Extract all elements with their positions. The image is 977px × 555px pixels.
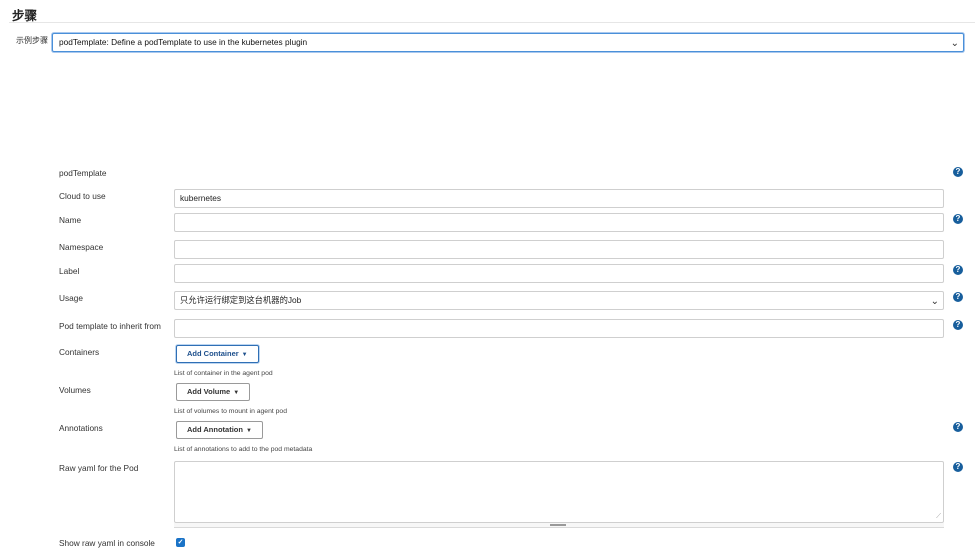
raw-yaml-label: Raw yaml for the Pod [59, 463, 139, 473]
cloud-field[interactable]: kubernetes [174, 189, 944, 208]
cloud-label: Cloud to use [59, 191, 106, 201]
containers-hint: List of container in the agent pod [174, 370, 273, 377]
name-label: Name [59, 215, 82, 225]
show-raw-yaml-checkbox[interactable]: ✓ [176, 538, 185, 547]
add-container-button[interactable]: Add Container ▼ [176, 345, 259, 363]
caret-down-icon: ▼ [245, 428, 252, 434]
volumes-hint: List of volumes to mount in agent pod [174, 408, 287, 415]
help-icon[interactable]: ? [953, 422, 963, 432]
usage-select[interactable]: 只允许运行绑定到这台机器的Job ⌄ [174, 291, 944, 310]
containers-label: Containers [59, 347, 100, 357]
cloud-value: kubernetes [180, 193, 222, 203]
grip-icon [550, 524, 566, 526]
help-icon[interactable]: ? [953, 265, 963, 275]
volumes-label: Volumes [59, 385, 91, 395]
inherit-field[interactable] [174, 319, 944, 338]
help-icon[interactable]: ? [953, 320, 963, 330]
namespace-field[interactable] [174, 240, 944, 259]
add-annotation-button-label: Add Annotation [187, 425, 243, 434]
pipeline-syntax-page: 步骤 示例步骤 podTemplate: Define a podTemplat… [0, 0, 977, 555]
add-annotation-button[interactable]: Add Annotation ▼ [176, 421, 263, 439]
chevron-down-icon: ⌄ [950, 38, 959, 49]
help-icon[interactable]: ? [953, 292, 963, 302]
check-icon: ✓ [177, 539, 184, 546]
section-divider [9, 22, 975, 23]
caret-down-icon: ▼ [233, 390, 240, 396]
help-icon[interactable]: ? [953, 214, 963, 224]
raw-yaml-textarea[interactable]: ⟋ [174, 461, 944, 523]
help-icon[interactable]: ? [953, 462, 963, 472]
sample-step-select[interactable]: podTemplate: Define a podTemplate to use… [52, 33, 964, 52]
caret-down-icon: ▼ [241, 352, 248, 358]
name-field[interactable] [174, 213, 944, 232]
usage-value: 只允许运行绑定到这台机器的Job [180, 295, 302, 305]
chevron-down-icon: ⌄ [930, 296, 939, 307]
label-label: Label [59, 266, 80, 276]
sample-step-label: 示例步骤 [16, 36, 48, 45]
sample-step-value: podTemplate: Define a podTemplate to use… [59, 37, 308, 47]
inherit-label: Pod template to inherit from [59, 321, 161, 331]
usage-label: Usage [59, 293, 83, 303]
namespace-label: Namespace [59, 242, 104, 252]
add-volume-button-label: Add Volume [187, 387, 231, 396]
annotations-label: Annotations [59, 423, 103, 433]
add-container-button-label: Add Container [187, 349, 239, 358]
label-field[interactable] [174, 264, 944, 283]
add-volume-button[interactable]: Add Volume ▼ [176, 383, 251, 401]
help-icon[interactable]: ? [953, 167, 963, 177]
textarea-expand-bar[interactable] [174, 523, 944, 528]
annotations-hint: List of annotations to add to the pod me… [174, 446, 313, 453]
podtemplate-label: podTemplate [59, 168, 107, 178]
resize-handle-icon[interactable]: ⟋ [936, 513, 941, 520]
show-raw-yaml-label: Show raw yaml in console [59, 538, 155, 548]
